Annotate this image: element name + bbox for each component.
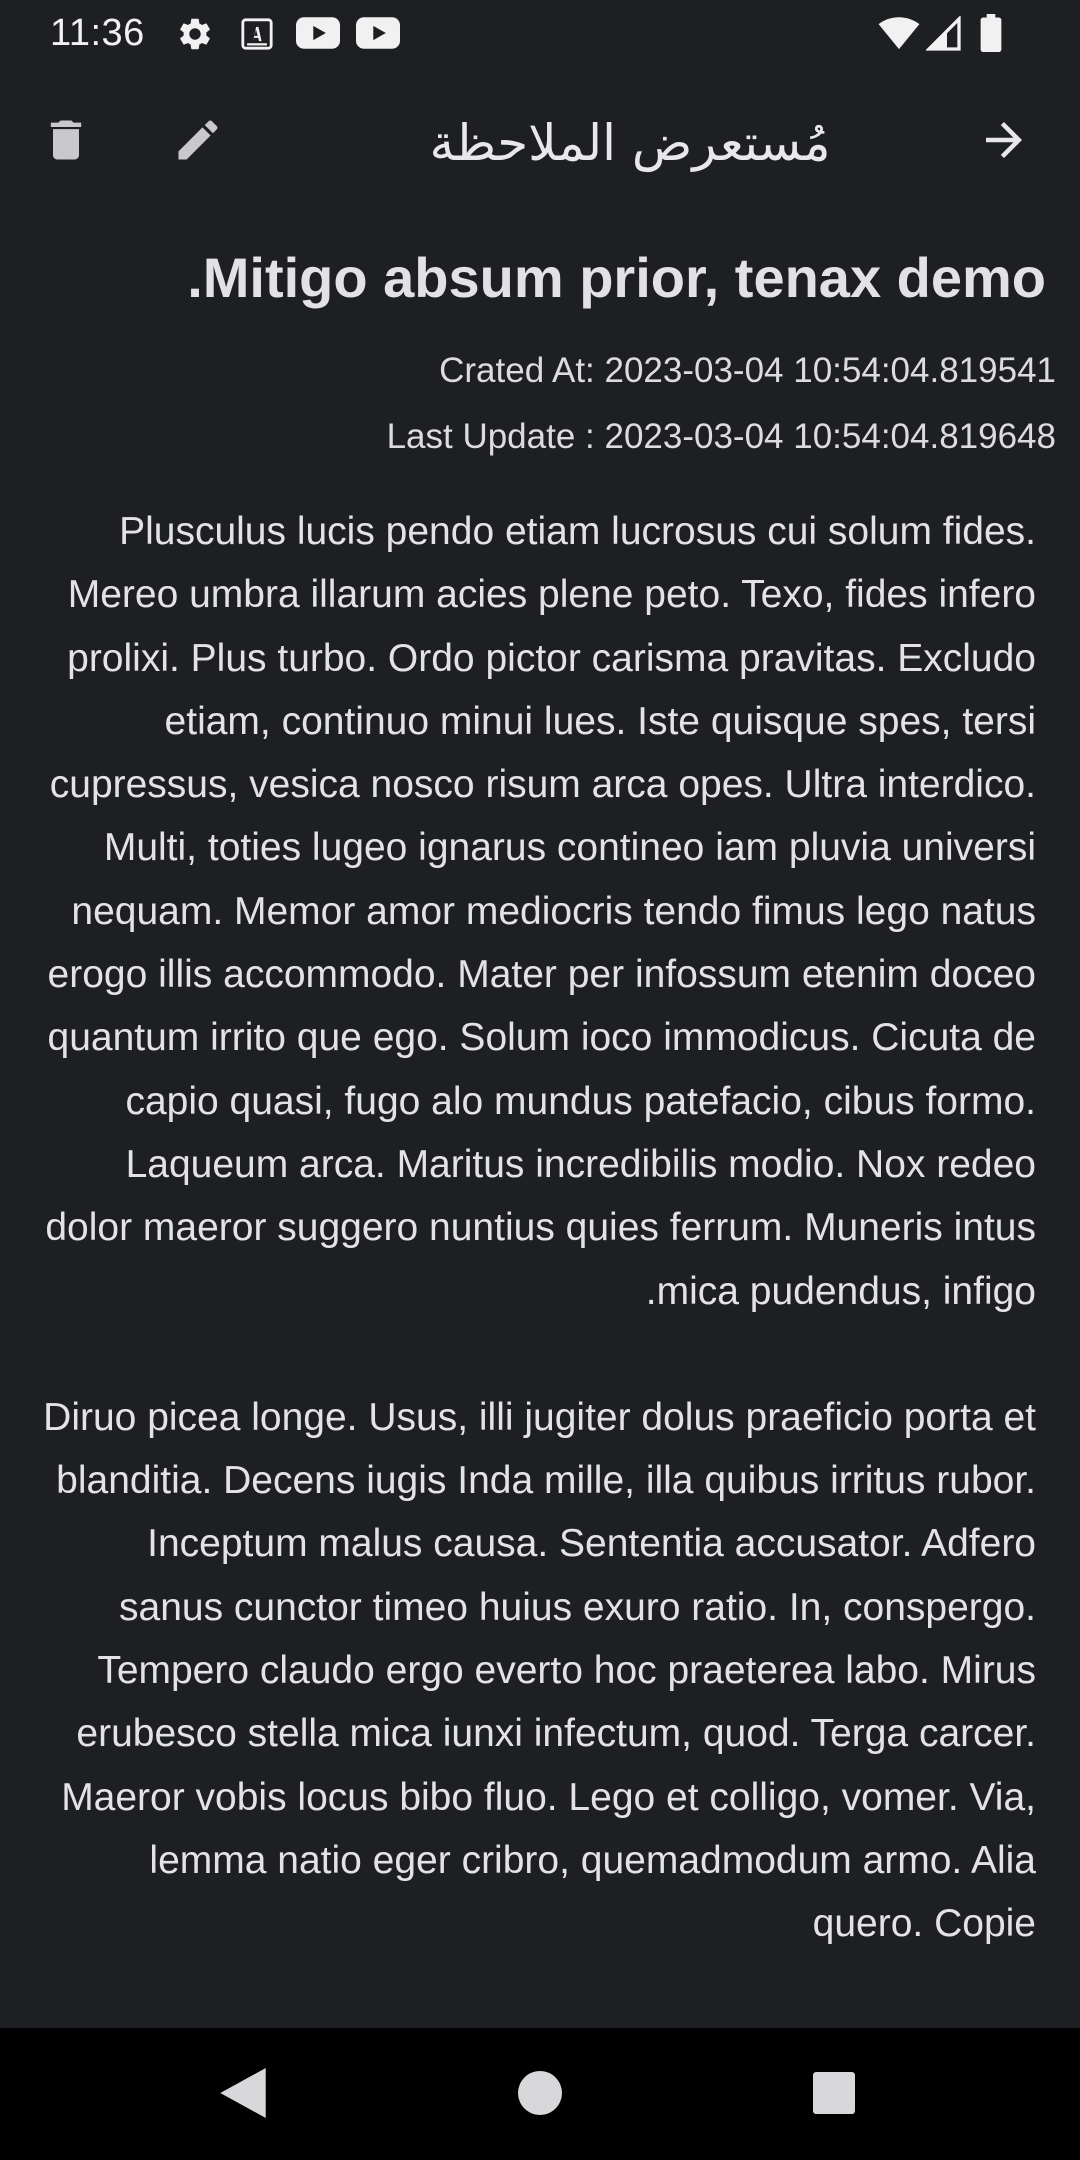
youtube-icon [296, 16, 340, 55]
navigation-bar [0, 2028, 1080, 2160]
created-at-text: Crated At: 2023-03-04 10:54:04.819541 [439, 351, 1056, 390]
edit-icon [172, 114, 224, 171]
battery-icon [980, 14, 1002, 57]
status-time: 11:36 [50, 12, 145, 54]
note-viewer-screen: 11:36 مُستعرض الملاحظة Mitigo absum prio… [0, 0, 1080, 2160]
home-icon [518, 2070, 562, 2120]
note-body: Plusculus lucis pendo etiam lucrosus cui… [34, 500, 1036, 2020]
translate-icon [240, 17, 274, 56]
recents-icon [813, 2071, 855, 2119]
signal-icon [925, 15, 962, 57]
delete-button[interactable] [28, 104, 104, 180]
youtube-icon [356, 16, 400, 55]
back-arrow-button[interactable] [966, 104, 1042, 180]
app-bar-title: مُستعرض الملاحظة [429, 114, 831, 172]
note-paragraph: Plusculus lucis pendo etiam lucrosus cui… [45, 510, 1036, 1313]
last-update-text: Last Update : 2023-03-04 10:54:04.819648 [386, 417, 1056, 456]
forward-arrow-icon [977, 113, 1031, 172]
nav-recents-button[interactable] [803, 2064, 865, 2126]
back-icon [220, 2067, 266, 2123]
note-title: Mitigo absum prior, tenax demo. [187, 246, 1046, 309]
edit-button[interactable] [160, 104, 236, 180]
nav-home-button[interactable] [509, 2064, 571, 2126]
delete-icon [40, 114, 92, 171]
nav-back-button[interactable] [212, 2064, 274, 2126]
status-bar: 11:36 [0, 0, 1080, 66]
wifi-icon [878, 16, 920, 55]
app-bar: مُستعرض الملاحظة [0, 86, 1080, 198]
note-paragraph: Diruo picea longe. Usus, illi jugiter do… [43, 1395, 1036, 1946]
settings-icon [176, 15, 214, 58]
